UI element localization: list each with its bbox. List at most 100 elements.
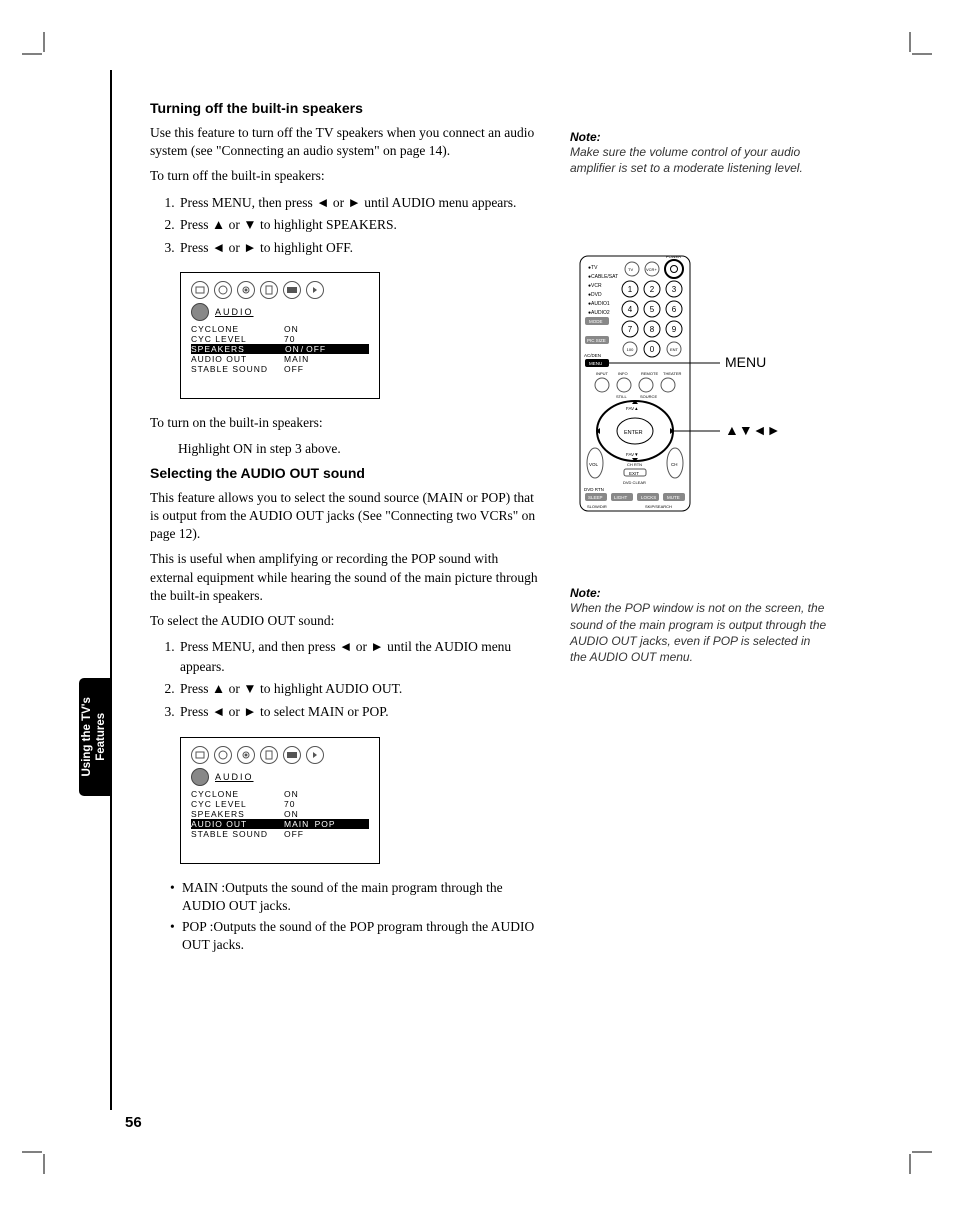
osd-tab-icon [214, 281, 232, 299]
para: Highlight ON in step 3 above. [178, 440, 545, 458]
step: Press MENU, and then press ◄ or ► until … [178, 637, 545, 676]
svg-text:TV: TV [628, 267, 633, 272]
para: To select the AUDIO OUT sound: [150, 612, 545, 630]
svg-text:3: 3 [672, 285, 677, 294]
svg-text:EXIT: EXIT [629, 471, 639, 476]
page-number: 56 [125, 1114, 142, 1131]
svg-text:100: 100 [627, 347, 634, 352]
callout-menu: MENU [725, 354, 766, 370]
heading-audioout: Selecting the AUDIO OUT sound [150, 465, 545, 481]
svg-text:1: 1 [628, 285, 633, 294]
svg-text:LIGHT: LIGHT [614, 495, 628, 500]
crop-mark [902, 1144, 932, 1174]
osd-tab-icon [306, 746, 324, 764]
para: Use this feature to turn off the TV spea… [150, 124, 545, 160]
note-label: Note: [570, 130, 830, 144]
osd-tab-icon [191, 746, 209, 764]
osd-tab-icon [260, 281, 278, 299]
osd-title: AUDIO [215, 772, 254, 782]
audio-icon [191, 768, 209, 786]
heading-speakers: Turning off the built-in speakers [150, 100, 545, 116]
svg-text:●VCR: ●VCR [588, 283, 602, 289]
svg-text:PIC SIZE: PIC SIZE [587, 338, 606, 343]
step: Press ◄ or ► to select MAIN or POP. [178, 702, 545, 722]
step: Press ▲ or ▼ to highlight SPEAKERS. [178, 215, 545, 235]
osd-tab-icon [237, 746, 255, 764]
remote-diagram: ●TV ●CABLE/SAT ●VCR ●DVD ●AUDIO1 ●AUDIO2… [570, 251, 830, 526]
svg-text:ENTER: ENTER [624, 430, 643, 436]
svg-text:STILL: STILL [616, 394, 627, 399]
osd-tab-icon [283, 746, 301, 764]
step: Press ◄ or ► to highlight OFF. [178, 238, 545, 258]
side-rule [110, 70, 112, 1110]
para: To turn off the built-in speakers: [150, 167, 545, 185]
svg-text:MENU: MENU [589, 361, 602, 366]
osd-title: AUDIO [215, 307, 254, 317]
para: This is useful when amplifying or record… [150, 550, 545, 605]
svg-text:0: 0 [650, 345, 655, 354]
osd-screenshot-speakers: AUDIO CYCLONEON CYC LEVEL70 SPEAKERSON/O… [180, 272, 380, 399]
svg-text:2: 2 [650, 285, 655, 294]
crop-mark [22, 32, 52, 62]
svg-text:4: 4 [628, 305, 633, 314]
osd-tab-icon [306, 281, 324, 299]
svg-text:●TV: ●TV [588, 265, 598, 271]
svg-text:CH: CH [671, 462, 678, 467]
crop-mark [22, 1144, 52, 1174]
audio-icon [191, 303, 209, 321]
callout-arrows: ▲▼◄► [725, 422, 780, 438]
svg-text:MODE: MODE [589, 319, 603, 324]
step: Press ▲ or ▼ to highlight AUDIO OUT. [178, 679, 545, 699]
svg-text:REMOTE: REMOTE [641, 371, 658, 376]
definition: MAIN :Outputs the sound of the main prog… [170, 879, 545, 915]
osd-tab-icon [283, 281, 301, 299]
svg-text:5: 5 [650, 305, 655, 314]
svg-text:●DVD: ●DVD [588, 292, 602, 298]
svg-text:INPUT: INPUT [596, 371, 609, 376]
remote-icon: ●TV ●CABLE/SAT ●VCR ●DVD ●AUDIO1 ●AUDIO2… [570, 251, 770, 521]
note-box: Note: Make sure the volume control of yo… [570, 130, 830, 176]
svg-text:●AUDIO2: ●AUDIO2 [588, 310, 610, 316]
osd-tab-icon [191, 281, 209, 299]
steps-list: Press MENU, then press ◄ or ► until AUDI… [178, 193, 545, 258]
note-text: Make sure the volume control of your aud… [570, 144, 830, 176]
svg-text:MUTE: MUTE [667, 495, 680, 500]
svg-text:SKIP/SEARCH: SKIP/SEARCH [645, 504, 672, 509]
definition: POP :Outputs the sound of the POP progra… [170, 918, 545, 954]
svg-text:SLOW/DIR: SLOW/DIR [587, 504, 607, 509]
osd-screenshot-audioout: AUDIO CYCLONEON CYC LEVEL70 SPEAKERSON A… [180, 737, 380, 864]
definition-list: MAIN :Outputs the sound of the main prog… [170, 879, 545, 955]
svg-text:8: 8 [650, 325, 655, 334]
svg-text:VOL: VOL [589, 462, 599, 467]
osd-tab-icon [260, 746, 278, 764]
svg-text:ENT: ENT [670, 347, 679, 352]
note-text: When the POP window is not on the screen… [570, 600, 830, 665]
svg-text:AC/DEN: AC/DEN [584, 353, 601, 358]
svg-text:POWER: POWER [666, 254, 681, 259]
svg-text:●CABLE/SAT: ●CABLE/SAT [588, 274, 618, 280]
svg-text:SLEEP: SLEEP [588, 495, 603, 500]
svg-text:●AUDIO1: ●AUDIO1 [588, 301, 610, 307]
svg-text:7: 7 [628, 325, 633, 334]
svg-text:DVD RTN: DVD RTN [584, 487, 604, 492]
svg-text:VCR+: VCR+ [646, 267, 657, 272]
svg-text:DVD CLEAR: DVD CLEAR [623, 480, 646, 485]
svg-text:9: 9 [672, 325, 677, 334]
crop-mark [902, 32, 932, 62]
svg-text:FAV▲: FAV▲ [626, 406, 639, 411]
osd-tab-icon [237, 281, 255, 299]
side-tab: Using the TV'sFeatures [79, 678, 110, 796]
svg-text:FAV▼: FAV▼ [626, 452, 639, 457]
step: Press MENU, then press ◄ or ► until AUDI… [178, 193, 545, 213]
para: To turn on the built-in speakers: [150, 414, 545, 432]
osd-tab-icon [214, 746, 232, 764]
svg-text:SOURCE: SOURCE [640, 394, 657, 399]
svg-text:LOCKS: LOCKS [641, 495, 656, 500]
note-box: Note: When the POP window is not on the … [570, 586, 830, 665]
svg-text:6: 6 [672, 305, 677, 314]
steps-list: Press MENU, and then press ◄ or ► until … [178, 637, 545, 721]
para: This feature allows you to select the so… [150, 489, 545, 544]
note-label: Note: [570, 586, 830, 600]
svg-text:THEATER: THEATER [663, 371, 681, 376]
svg-text:INFO: INFO [618, 371, 628, 376]
